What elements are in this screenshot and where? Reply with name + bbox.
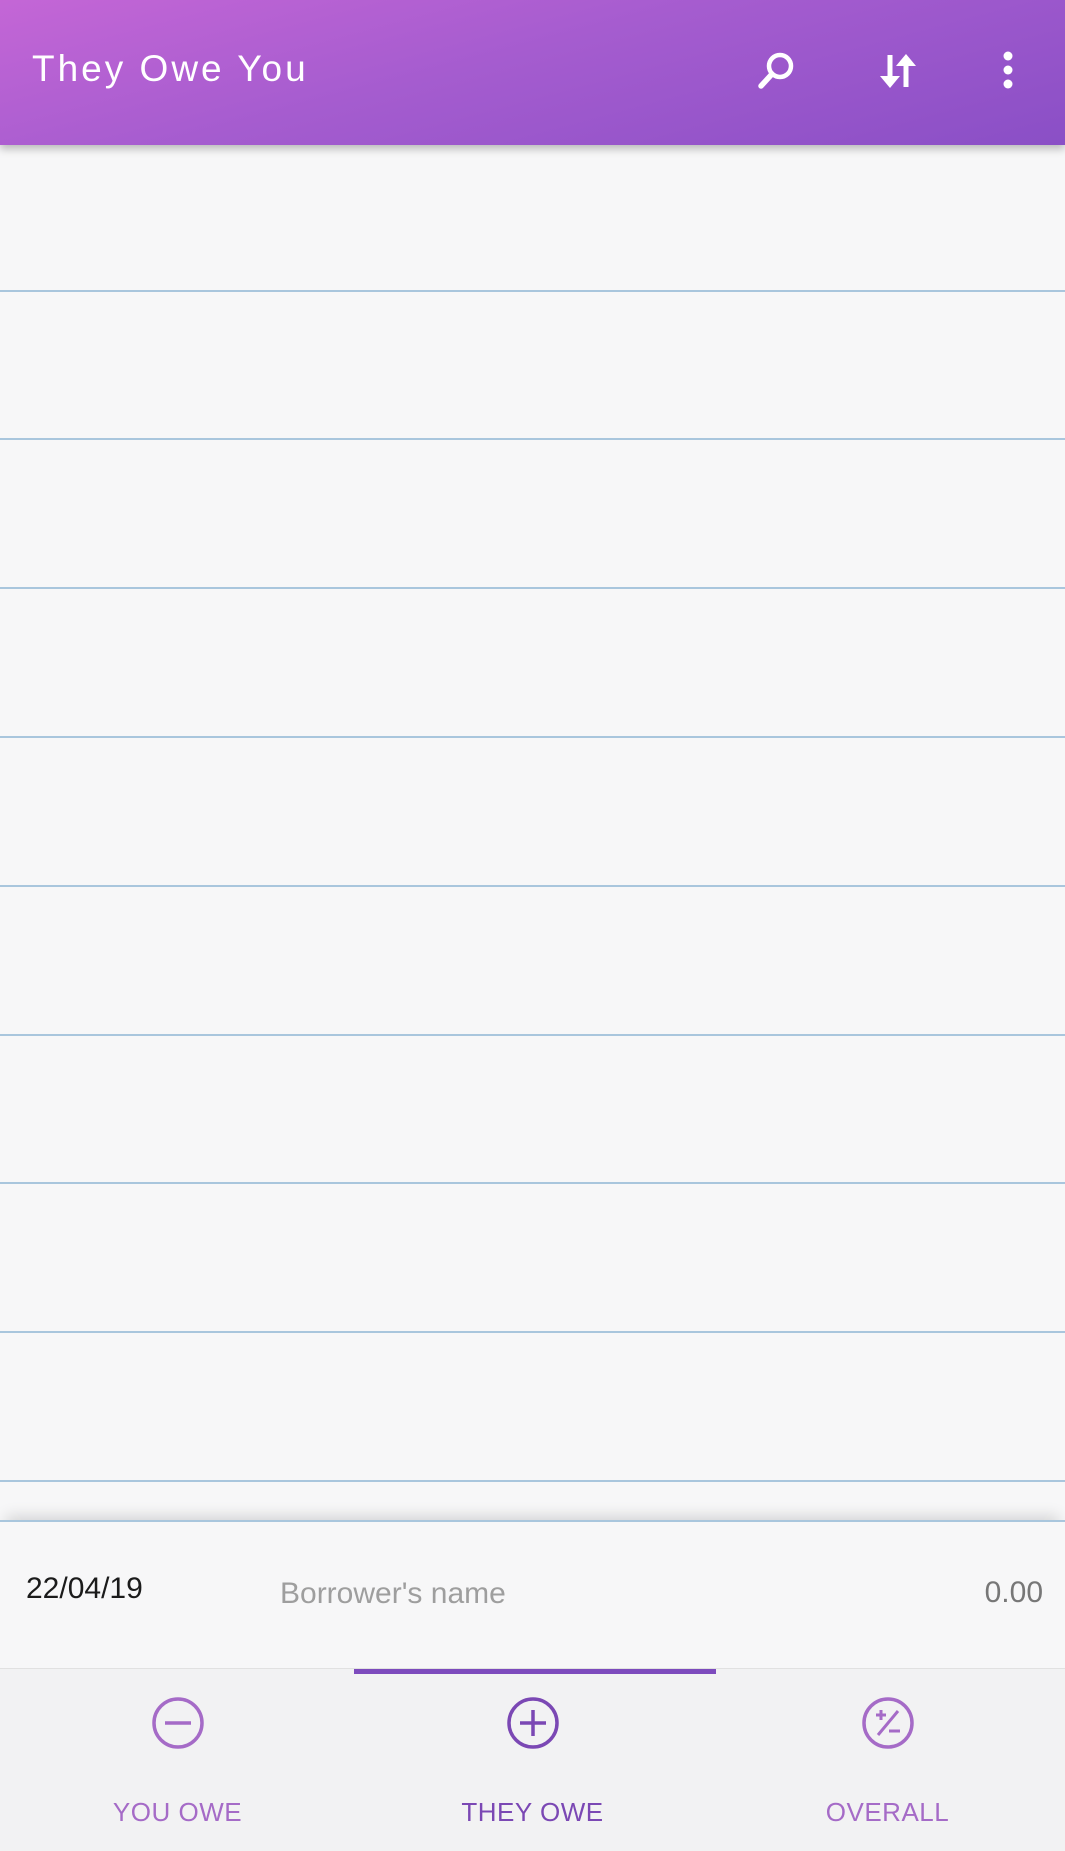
- list-rule: [0, 1182, 1065, 1184]
- debt-list[interactable]: [0, 145, 1065, 1520]
- more-options-button[interactable]: [973, 36, 1043, 106]
- date-field[interactable]: 22/04/19: [26, 1572, 143, 1606]
- borrower-name-input[interactable]: [280, 1570, 780, 1618]
- list-rule: [0, 1480, 1065, 1482]
- sort-arrows-icon: [880, 54, 916, 88]
- list-rule: [0, 438, 1065, 440]
- more-vert-icon: [1003, 51, 1013, 89]
- search-button[interactable]: [742, 36, 812, 106]
- tab-they-owe[interactable]: THEY OWE: [355, 1669, 710, 1851]
- plus-minus-circle-icon: [861, 1697, 914, 1749]
- tab-you-owe[interactable]: YOU OWE: [0, 1669, 355, 1851]
- tab-overall[interactable]: OVERALL: [710, 1669, 1065, 1851]
- list-rule: [0, 1331, 1065, 1333]
- tab-label: YOU OWE: [112, 1797, 243, 1827]
- search-icon: [758, 52, 794, 89]
- list-rule: [0, 1034, 1065, 1036]
- sort-button[interactable]: [863, 36, 933, 106]
- page-title: They Owe You: [32, 48, 309, 89]
- new-entry-row: 22/04/19 0.00: [0, 1520, 1065, 1668]
- list-rule: [0, 736, 1065, 738]
- amount-field[interactable]: 0.00: [985, 1576, 1043, 1610]
- list-rule: [0, 290, 1065, 292]
- minus-circle-icon: [151, 1697, 204, 1749]
- bottom-navigation: YOU OWE THEY OWE OVERALL: [0, 1668, 1065, 1851]
- list-rule: [0, 587, 1065, 589]
- list-rule: [0, 885, 1065, 887]
- tab-label: THEY OWE: [461, 1797, 604, 1827]
- tab-label: OVERALL: [825, 1797, 950, 1827]
- plus-circle-icon: [506, 1697, 559, 1749]
- app-screen: They Owe You 22/04/19 Borrower's name 0.…: [0, 0, 1065, 1851]
- app-bar: They Owe You: [0, 0, 1065, 145]
